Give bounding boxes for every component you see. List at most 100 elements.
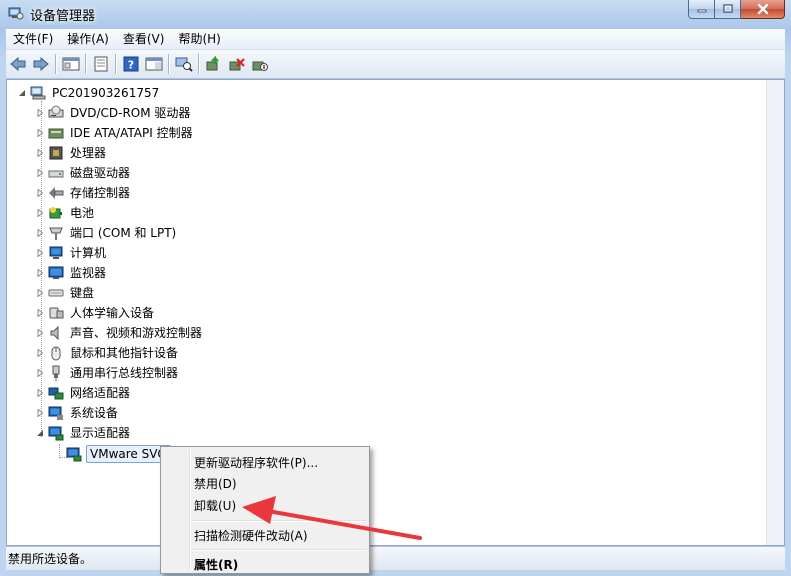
computer-icon xyxy=(48,245,64,261)
menu-item-disable[interactable]: 禁用(D) xyxy=(163,472,367,494)
tree-child-vmware-svga[interactable]: VMware SVG xyxy=(66,444,171,464)
forward-arrow-icon xyxy=(33,56,49,72)
vertical-scrollbar[interactable] xyxy=(766,80,784,545)
tree-category-label: 监视器 xyxy=(70,266,107,280)
tree-category-mouse[interactable]: 鼠标和其他指针设备 xyxy=(35,343,180,363)
device-manager-icon xyxy=(8,5,24,21)
status-bar: 禁用所选设备。 xyxy=(6,546,785,570)
tree-category-usb[interactable]: 通用串行总线控制器 xyxy=(35,363,180,383)
computer-icon xyxy=(30,85,46,101)
expand-arrow-icon[interactable] xyxy=(35,169,44,178)
tree-category-system[interactable]: 系统设备 xyxy=(35,403,120,423)
update-driver-button[interactable] xyxy=(203,53,225,75)
properties-toolbar-button[interactable] xyxy=(90,53,112,75)
close-button[interactable] xyxy=(741,0,785,19)
disable-device-icon xyxy=(252,61,268,71)
toolbar: ? xyxy=(6,50,785,79)
speaker-icon xyxy=(48,325,64,341)
toolbar-separator xyxy=(168,54,169,74)
tree-category-label: 键盘 xyxy=(70,286,95,300)
menu-item-scan-hardware[interactable]: 扫描检测硬件改动(A) xyxy=(163,524,367,546)
expand-arrow-icon[interactable] xyxy=(35,349,44,358)
maximize-button[interactable] xyxy=(715,0,741,19)
tree-category-label: 通用串行总线控制器 xyxy=(70,366,179,380)
expand-arrow-icon[interactable] xyxy=(35,229,44,238)
system-device-icon xyxy=(48,405,64,421)
action-pane-button[interactable] xyxy=(143,53,165,75)
expand-arrow-icon[interactable] xyxy=(35,209,44,218)
tree-category-display[interactable]: 显示适配器 xyxy=(35,423,132,443)
expand-arrow-icon[interactable] xyxy=(35,249,44,258)
collapse-arrow-icon[interactable] xyxy=(17,89,26,98)
tree-category-label: IDE ATA/ATAPI 控制器 xyxy=(70,126,193,140)
expand-arrow-icon[interactable] xyxy=(35,289,44,298)
menu-action[interactable]: 操作(A) xyxy=(60,29,116,49)
disable-device-button[interactable] xyxy=(249,53,271,75)
close-icon xyxy=(757,3,768,15)
tree-category-computer[interactable]: 计算机 xyxy=(35,243,108,263)
expand-arrow-icon[interactable] xyxy=(35,409,44,418)
expand-arrow-icon[interactable] xyxy=(35,269,44,278)
tree-category-ide[interactable]: IDE ATA/ATAPI 控制器 xyxy=(35,123,195,143)
tree-root-node[interactable]: PC201903261757 xyxy=(17,83,161,103)
ide-controller-icon xyxy=(48,125,64,141)
tree-category-label: 网络适配器 xyxy=(70,386,131,400)
scan-computer-icon xyxy=(175,57,193,72)
device-tree[interactable]: PC201903261757 DVD/CD-ROM 驱动器 IDE ATA/AT… xyxy=(6,79,785,546)
toolbar-separator xyxy=(198,54,199,74)
back-arrow-icon xyxy=(10,56,26,72)
uninstall-device-button[interactable] xyxy=(226,53,248,75)
title-bar[interactable]: 设备管理器 xyxy=(0,0,791,28)
tree-category-sound[interactable]: 声音、视频和游戏控制器 xyxy=(35,323,204,343)
svg-text:?: ? xyxy=(128,59,134,72)
human-interface-device-icon xyxy=(48,305,64,321)
menu-separator xyxy=(192,520,366,522)
expand-arrow-icon[interactable] xyxy=(35,129,44,138)
show-hide-console-tree-button[interactable] xyxy=(60,53,82,75)
display-adapter-icon xyxy=(66,446,82,462)
tree-category-label: 端口 (COM 和 LPT) xyxy=(70,226,177,240)
menu-file[interactable]: 文件(F) xyxy=(6,29,60,49)
tree-category-label: 人体学输入设备 xyxy=(70,306,155,320)
expand-arrow-icon[interactable] xyxy=(35,109,44,118)
maximize-icon xyxy=(722,4,733,13)
menu-item-update-driver[interactable]: 更新驱动程序软件(P)... xyxy=(163,451,367,473)
tree-category-label: 电池 xyxy=(70,206,95,220)
tree-category-label: 显示适配器 xyxy=(70,426,131,440)
scan-hardware-button[interactable] xyxy=(173,53,195,75)
toolbar-separator xyxy=(55,54,56,74)
menu-view[interactable]: 查看(V) xyxy=(116,29,172,49)
forward-button[interactable] xyxy=(30,53,52,75)
tree-category-hid[interactable]: 人体学输入设备 xyxy=(35,303,156,323)
tree-category-label: 计算机 xyxy=(70,246,107,260)
collapse-arrow-icon[interactable] xyxy=(35,429,44,438)
back-button[interactable] xyxy=(7,53,29,75)
menu-item-properties[interactable]: 属性(R) xyxy=(163,553,367,575)
minimize-button[interactable] xyxy=(688,0,715,19)
tree-category-label: 鼠标和其他指针设备 xyxy=(70,346,179,360)
port-connector-icon xyxy=(48,225,64,241)
console-tree-icon xyxy=(62,57,80,71)
optical-drive-icon xyxy=(48,105,64,121)
menu-help[interactable]: 帮助(H) xyxy=(171,29,227,49)
toolbar-separator xyxy=(115,54,116,74)
help-toolbar-button[interactable]: ? xyxy=(120,53,142,75)
expand-arrow-icon[interactable] xyxy=(35,189,44,198)
tree-category-storage[interactable]: 存储控制器 xyxy=(35,183,132,203)
menu-item-uninstall[interactable]: 卸载(U) xyxy=(163,494,367,516)
tree-category-battery[interactable]: 电池 xyxy=(35,203,96,223)
tree-category-processor[interactable]: 处理器 xyxy=(35,143,108,163)
tree-category-disk[interactable]: 磁盘驱动器 xyxy=(35,163,132,183)
expand-arrow-icon[interactable] xyxy=(35,369,44,378)
expand-arrow-icon[interactable] xyxy=(35,149,44,158)
tree-category-keyboard[interactable]: 键盘 xyxy=(35,283,96,303)
tree-category-dvd[interactable]: DVD/CD-ROM 驱动器 xyxy=(35,103,192,123)
expand-arrow-icon[interactable] xyxy=(35,329,44,338)
expand-arrow-icon[interactable] xyxy=(35,389,44,398)
storage-controller-icon xyxy=(48,185,64,201)
tree-category-ports[interactable]: 端口 (COM 和 LPT) xyxy=(35,223,178,243)
tree-category-monitor[interactable]: 监视器 xyxy=(35,263,108,283)
expand-arrow-icon[interactable] xyxy=(35,309,44,318)
uninstall-device-icon xyxy=(229,58,245,71)
tree-category-network[interactable]: 网络适配器 xyxy=(35,383,132,403)
